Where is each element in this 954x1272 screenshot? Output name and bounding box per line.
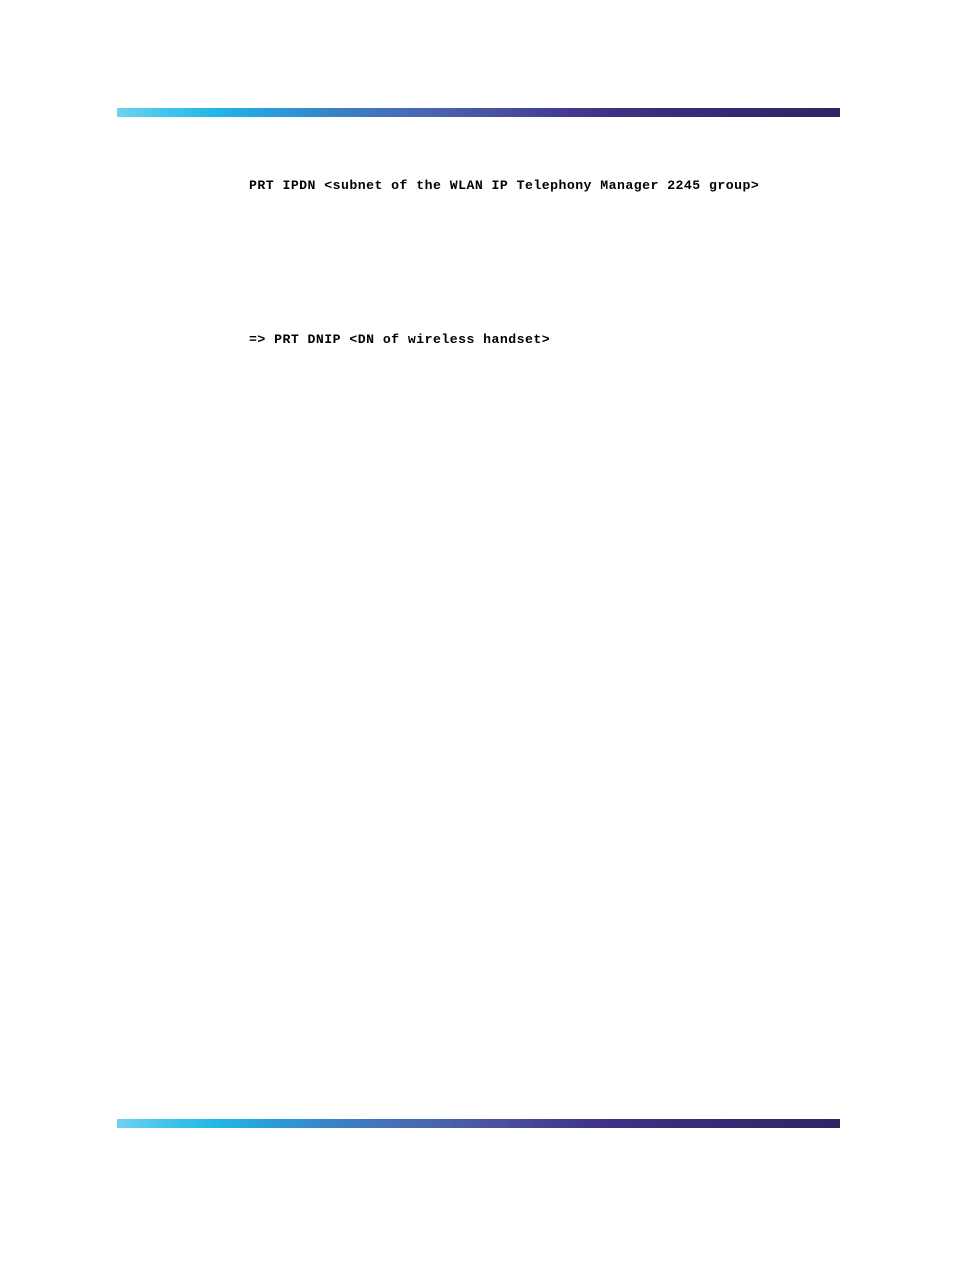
footer-gradient-rule [117,1119,840,1128]
page-body-area: PRT IPDN <subnet of the WLAN IP Telephon… [117,120,840,1115]
code-line-prt-ipdn: PRT IPDN <subnet of the WLAN IP Telephon… [249,178,760,193]
header-gradient-rule [117,108,840,117]
code-line-prt-dnip: => PRT DNIP <DN of wireless handset> [249,332,551,347]
document-page: PRT IPDN <subnet of the WLAN IP Telephon… [0,0,954,1272]
